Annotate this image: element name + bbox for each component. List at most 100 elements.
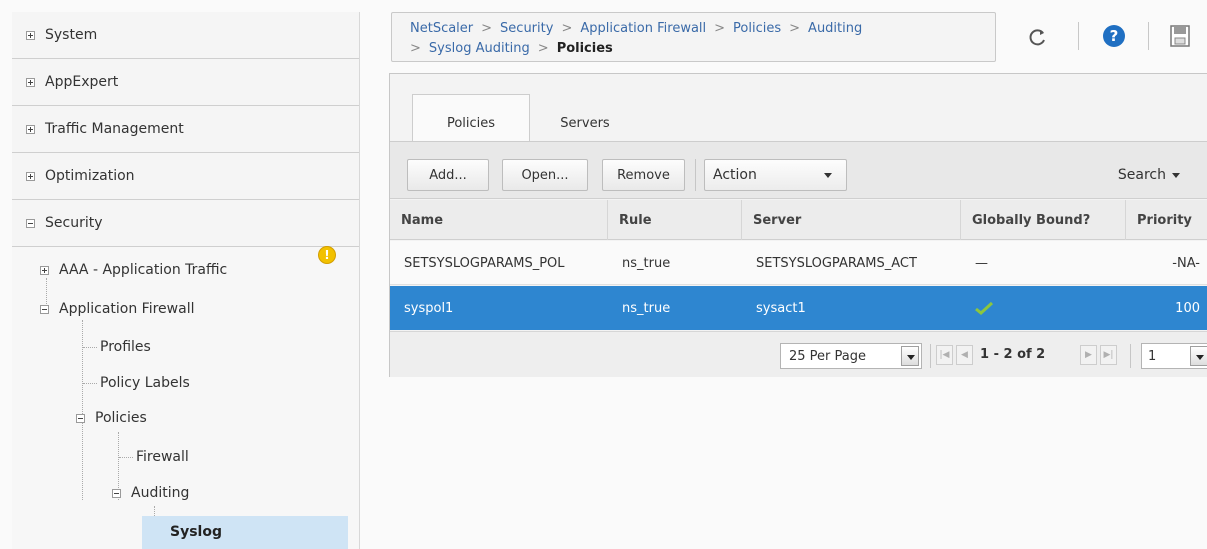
table-header: Name Rule Server Globally Bound? Priorit…	[390, 200, 1207, 240]
nav-item-policies[interactable]: Policies	[76, 403, 147, 433]
nav-item-profiles[interactable]: Profiles	[100, 332, 151, 362]
search-dropdown[interactable]: Search	[1118, 167, 1180, 183]
cell-priority: 100	[1175, 300, 1200, 316]
column-header-server[interactable]: Server	[742, 200, 961, 240]
action-toolbar: Add... Open... Remove Action Search	[390, 141, 1207, 199]
nav-item-aaa-application-traffic[interactable]: AAA - Application Traffic	[40, 255, 227, 285]
chevron-down-icon	[1190, 346, 1207, 366]
expand-icon[interactable]	[26, 124, 35, 134]
expand-icon[interactable]	[26, 30, 35, 40]
page-number-select[interactable]: 1	[1141, 343, 1207, 369]
breadcrumb-auditing[interactable]: Auditing	[808, 21, 862, 36]
breadcrumb: NetScaler > Security > Application Firewall >…	[391, 12, 996, 62]
save-icon[interactable]	[1170, 25, 1190, 47]
nav-item-security[interactable]: Security	[12, 200, 359, 247]
warning-icon: !	[318, 246, 336, 264]
prev-page-icon[interactable]: ◀	[956, 345, 973, 365]
column-header-priority[interactable]: Priority	[1126, 200, 1207, 240]
action-dropdown-label: Action	[713, 167, 757, 183]
nav-item-label: System	[45, 27, 98, 43]
nav-item-policy-labels[interactable]: Policy Labels	[100, 368, 190, 398]
nav-item-label: AAA - Application Traffic	[59, 262, 228, 278]
tree-connector	[83, 347, 97, 348]
expand-icon[interactable]	[40, 265, 49, 275]
nav-item-label: Policies	[95, 410, 147, 426]
breadcrumb-syslog-auditing[interactable]: Syslog Auditing	[429, 41, 530, 56]
breadcrumb-current: Policies	[556, 41, 613, 56]
pager-divider	[1130, 344, 1131, 368]
pager-divider	[930, 344, 931, 368]
nav-item-application-firewall[interactable]: Application Firewall	[40, 294, 194, 324]
breadcrumb-separator: >	[537, 41, 549, 56]
tree-connector	[83, 383, 97, 384]
tree-connector	[119, 457, 133, 458]
breadcrumb-netscaler[interactable]: NetScaler	[410, 21, 473, 36]
per-page-select[interactable]: 25 Per Page	[780, 343, 922, 369]
nav-item-label: Auditing	[131, 485, 190, 501]
chevron-down-icon	[1172, 172, 1180, 178]
refresh-icon[interactable]	[1028, 27, 1048, 47]
open-button[interactable]: Open...	[502, 159, 588, 191]
next-page-icon[interactable]: ▶	[1080, 345, 1097, 365]
nav-item-label: Security	[45, 215, 103, 231]
cell-name: SETSYSLOGPARAMS_POL	[404, 255, 565, 271]
action-dropdown[interactable]: Action	[704, 159, 847, 191]
collapse-icon[interactable]	[112, 488, 121, 498]
nav-item-label: Profiles	[100, 339, 151, 355]
collapse-icon[interactable]	[26, 218, 35, 228]
cell-rule: ns_true	[622, 300, 671, 316]
policies-panel: Policies Servers Add... Open... Remove A…	[389, 73, 1207, 377]
cell-globally-bound: —	[975, 255, 988, 271]
pagination-bar: 25 Per Page |◀ ◀ 1 - 2 of 2 ▶ ▶| 1	[390, 331, 1207, 377]
expand-icon[interactable]	[26, 77, 35, 87]
nav-item-label: Optimization	[45, 168, 135, 184]
remove-button[interactable]: Remove	[602, 159, 685, 191]
breadcrumb-separator: >	[481, 21, 493, 36]
svg-text:?: ?	[1110, 27, 1119, 45]
breadcrumb-application-firewall[interactable]: Application Firewall	[580, 21, 706, 36]
chevron-down-icon	[901, 346, 919, 366]
column-header-name[interactable]: Name	[390, 200, 608, 240]
nav-item-traffic-management[interactable]: Traffic Management	[12, 106, 359, 153]
table-row[interactable]: SETSYSLOGPARAMS_POL ns_true SETSYSLOGPAR…	[390, 241, 1207, 285]
breadcrumb-separator: >	[789, 21, 801, 36]
collapse-icon[interactable]	[40, 304, 49, 314]
nav-item-firewall[interactable]: Firewall	[136, 442, 189, 472]
column-header-globally-bound[interactable]: Globally Bound?	[961, 200, 1126, 240]
first-page-icon[interactable]: |◀	[936, 345, 953, 365]
cell-name: syspol1	[404, 300, 454, 316]
page-range: 1 - 2 of 2	[980, 347, 1046, 362]
cell-server: SETSYSLOGPARAMS_ACT	[756, 255, 917, 271]
breadcrumb-policies[interactable]: Policies	[733, 21, 781, 36]
nav-item-label: Traffic Management	[45, 121, 184, 137]
column-header-rule[interactable]: Rule	[608, 200, 742, 240]
table-row-selected[interactable]: syspol1 ns_true sysact1 100	[390, 286, 1207, 330]
check-icon	[975, 301, 993, 315]
per-page-value: 25 Per Page	[789, 348, 866, 364]
collapse-icon[interactable]	[76, 413, 85, 423]
tab-policies[interactable]: Policies	[412, 94, 530, 142]
expand-icon[interactable]	[26, 171, 35, 181]
nav-item-label: Policy Labels	[100, 375, 190, 391]
nav-item-appexpert[interactable]: AppExpert	[12, 59, 359, 106]
nav-item-syslog[interactable]: Syslog	[170, 517, 222, 547]
cell-globally-bound	[961, 286, 993, 330]
nav-item-auditing[interactable]: Auditing	[112, 478, 189, 508]
cell-priority: -NA-	[1172, 255, 1200, 271]
nav-item-label: AppExpert	[45, 74, 119, 90]
search-label: Search	[1117, 167, 1166, 183]
add-button[interactable]: Add...	[407, 159, 489, 191]
last-page-icon[interactable]: ▶|	[1100, 345, 1117, 365]
breadcrumb-security[interactable]: Security	[500, 21, 553, 36]
breadcrumb-separator: >	[561, 21, 573, 36]
nav-item-label: Syslog	[170, 524, 222, 540]
help-icon[interactable]: ?	[1102, 24, 1126, 48]
breadcrumb-separator: >	[714, 21, 726, 36]
nav-item-optimization[interactable]: Optimization	[12, 153, 359, 200]
cell-server: sysact1	[756, 300, 806, 316]
toolbar-divider	[1078, 22, 1079, 50]
toolbar-divider	[695, 159, 696, 191]
nav-item-system[interactable]: System	[12, 12, 359, 59]
page-number-value: 1	[1148, 348, 1157, 364]
cell-rule: ns_true	[622, 255, 671, 271]
